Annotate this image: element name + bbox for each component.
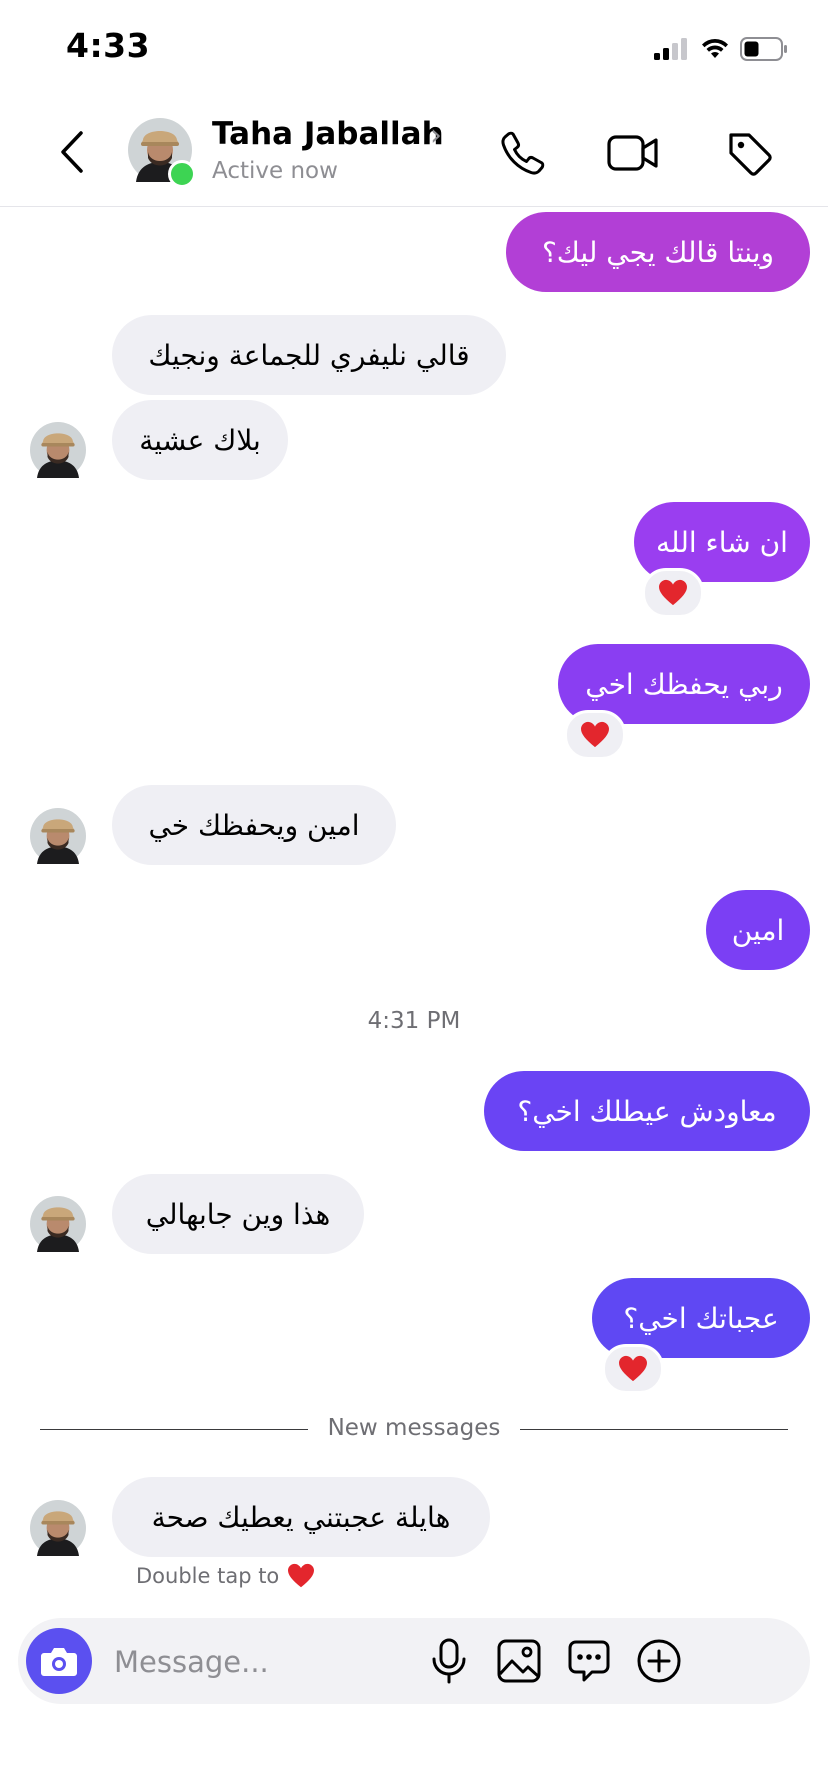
divider-line-right	[520, 1429, 788, 1430]
incoming-message[interactable]: قالي نليفري للجماعة ونجيك	[112, 315, 506, 395]
sticker-button[interactable]	[562, 1634, 616, 1688]
reaction-badge[interactable]	[564, 710, 626, 760]
contact-avatar-small[interactable]	[30, 422, 86, 478]
status-bar: 4:33	[0, 0, 828, 96]
new-messages-label: New messages	[327, 1415, 501, 1441]
message-timestamp: 4:31 PM	[367, 1008, 461, 1034]
back-button[interactable]	[50, 126, 94, 178]
tag-icon	[729, 133, 772, 176]
signal-icon	[654, 38, 687, 60]
double-tap-hint: Double tap to	[136, 1563, 315, 1589]
phone-icon	[501, 131, 545, 175]
double-tap-hint-text: Double tap to	[136, 1564, 280, 1588]
sticker-chat-icon	[568, 1640, 610, 1682]
microphone-icon	[432, 1638, 466, 1684]
battery-icon	[740, 37, 787, 61]
outgoing-message[interactable]: وينتا قالك يجي ليك؟	[506, 212, 810, 292]
contact-avatar-small[interactable]	[30, 1500, 86, 1556]
new-messages-divider: New messages	[40, 1415, 788, 1445]
tag-button[interactable]	[722, 126, 776, 180]
contact-name[interactable]: Taha Jaballah	[212, 116, 444, 152]
heart-icon	[618, 1355, 648, 1383]
audio-call-button[interactable]	[496, 126, 550, 180]
outgoing-message[interactable]: امين	[706, 890, 810, 970]
chevron-right-icon[interactable]: ›	[430, 118, 442, 153]
incoming-message[interactable]: امين ويحفظك خي	[112, 785, 396, 865]
gallery-icon	[497, 1639, 541, 1683]
incoming-message[interactable]: هذا وين جابهالي	[112, 1174, 364, 1254]
reaction-badge[interactable]	[602, 1344, 664, 1394]
status-time: 4:33	[66, 26, 151, 65]
plus-circle-icon	[637, 1639, 681, 1683]
incoming-message[interactable]: هايلة عجبتني يعطيك صحة	[112, 1477, 490, 1557]
heart-icon	[658, 579, 688, 607]
gallery-button[interactable]	[492, 1634, 546, 1688]
online-indicator	[168, 160, 196, 188]
video-camera-icon	[607, 135, 658, 171]
contact-avatar-small[interactable]	[30, 808, 86, 864]
heart-icon	[287, 1563, 315, 1589]
back-icon	[61, 131, 83, 173]
incoming-message[interactable]: بلاك عشية	[112, 400, 288, 480]
voice-message-button[interactable]	[422, 1634, 476, 1688]
wifi-icon	[702, 38, 728, 58]
reaction-badge[interactable]	[642, 568, 704, 618]
presence-status: Active now	[212, 158, 338, 184]
message-composer	[18, 1618, 810, 1704]
contact-avatar-small[interactable]	[30, 1196, 86, 1252]
status-icons	[654, 34, 788, 64]
camera-icon	[41, 1648, 77, 1676]
outgoing-message[interactable]: معاودش عيطلك اخي؟	[484, 1071, 810, 1151]
camera-button[interactable]	[26, 1628, 92, 1694]
chat-header: Taha Jaballah › Active now	[0, 96, 828, 207]
heart-icon	[580, 721, 610, 749]
more-options-button[interactable]	[632, 1634, 686, 1688]
video-call-button[interactable]	[606, 126, 660, 180]
